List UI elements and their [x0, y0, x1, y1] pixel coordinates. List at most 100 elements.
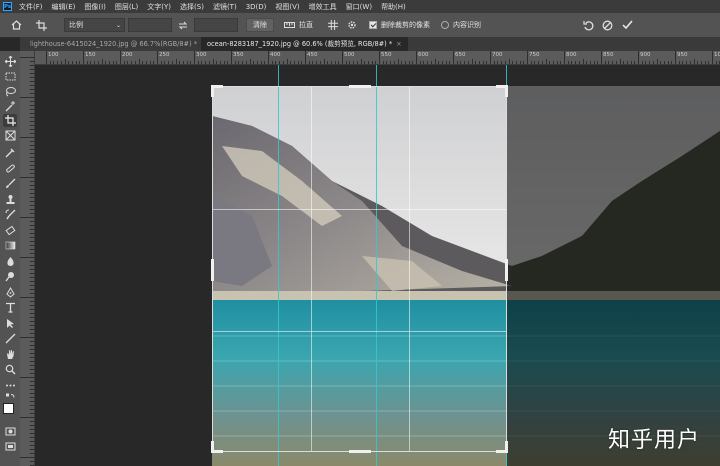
ruler-tick: [30, 237, 34, 238]
pen-tool-icon[interactable]: [3, 286, 17, 299]
ruler-tick: [552, 61, 554, 64]
ruler-tick: [589, 61, 591, 64]
crop-box[interactable]: [211, 85, 508, 453]
menu-image[interactable]: 图像(I): [84, 2, 106, 12]
quick-mask-icon[interactable]: [3, 425, 17, 438]
canvas-area[interactable]: 知乎用户: [35, 65, 720, 466]
frame-tool-icon[interactable]: [3, 129, 17, 142]
hand-tool-icon[interactable]: [3, 348, 17, 361]
crop-handle-left[interactable]: [211, 259, 214, 281]
tab-lighthouse[interactable]: lighthouse-6415024_1920.jpg @ 66.7%(RGB/…: [24, 37, 213, 51]
dodge-tool-icon[interactable]: [3, 270, 17, 283]
menu-edit[interactable]: 编辑(E): [52, 2, 76, 12]
screen-mode-icon[interactable]: [3, 440, 17, 453]
ruler-tick: [423, 61, 425, 64]
ruler-tick: [342, 51, 343, 64]
ruler-tick: [364, 61, 366, 64]
close-icon[interactable]: ×: [396, 40, 402, 48]
eraser-tool-icon[interactable]: [3, 224, 17, 237]
type-tool-icon[interactable]: [3, 301, 17, 314]
crop-handle-top-left[interactable]: [211, 85, 214, 97]
ruler-tick: [379, 51, 380, 64]
lasso-tool-icon[interactable]: [3, 85, 17, 98]
undo-icon[interactable]: [582, 18, 594, 32]
check-icon[interactable]: [621, 18, 633, 32]
ruler-tick: [316, 61, 318, 64]
tab-ocean[interactable]: ocean-8283187_1920.jpg @ 60.6% (裁剪预览, RG…: [201, 37, 408, 51]
ruler-tick: [157, 51, 158, 64]
crop-handle-bottom[interactable]: [349, 450, 371, 453]
ruler-label: 200: [122, 52, 133, 58]
ruler-tick: [30, 193, 34, 194]
line-tool-icon[interactable]: [3, 332, 17, 345]
width-field[interactable]: [128, 18, 172, 32]
gradient-tool-icon[interactable]: [3, 239, 17, 252]
crop-tool-icon[interactable]: [3, 114, 17, 127]
ruler-tick: [286, 59, 288, 64]
history-brush-tool-icon[interactable]: [3, 208, 17, 221]
crop-grid-line: [213, 331, 506, 332]
menu-type[interactable]: 文字(Y): [147, 2, 171, 12]
ruler-tick: [601, 51, 602, 64]
delete-cropped-checkbox[interactable]: 删除裁剪的像素: [369, 18, 430, 32]
gear-icon[interactable]: [346, 18, 358, 32]
ruler-label: 350: [233, 52, 244, 58]
menu-window[interactable]: 窗口(W): [346, 2, 372, 12]
ruler-tick: [345, 61, 347, 64]
menu-filter[interactable]: 滤镜(T): [213, 2, 237, 12]
swap-colors-icon[interactable]: [3, 392, 17, 400]
ruler-tick: [471, 59, 473, 64]
crop-handle-top[interactable]: [349, 85, 371, 88]
crop-handle-bottom-right[interactable]: [505, 441, 508, 453]
straighten-label[interactable]: 拉直: [299, 18, 313, 32]
menu-plugins[interactable]: 增效工具: [309, 2, 337, 12]
crop-handle-top-right[interactable]: [505, 85, 508, 97]
ruler-tick: [612, 61, 614, 64]
crop-handle-right[interactable]: [505, 259, 508, 281]
ruler-tick: [30, 349, 34, 350]
crop-icon[interactable]: [34, 18, 48, 32]
cancel-icon[interactable]: [601, 18, 613, 32]
menu-help[interactable]: 帮助(H): [381, 2, 406, 12]
healing-brush-tool-icon[interactable]: [3, 162, 17, 175]
crop-handle-bottom-left[interactable]: [211, 441, 214, 453]
zoom-tool-icon[interactable]: [3, 363, 17, 376]
ruler-tick: [608, 61, 610, 64]
ruler-tick: [30, 365, 34, 366]
ruler-tick: [30, 369, 34, 370]
ruler-tick: [445, 61, 447, 64]
watermark: 知乎用户: [607, 428, 700, 453]
clear-button[interactable]: 清除: [246, 18, 274, 32]
magic-wand-tool-icon[interactable]: [3, 100, 17, 113]
ruler-tick: [634, 61, 636, 64]
eyedropper-tool-icon[interactable]: [3, 146, 17, 159]
ruler-tick: [453, 51, 454, 64]
blur-tool-icon[interactable]: [3, 255, 17, 268]
menu-file[interactable]: 文件(F): [19, 2, 43, 12]
move-tool-icon[interactable]: [3, 55, 17, 68]
menu-select[interactable]: 选择(S): [180, 2, 204, 12]
menu-layer[interactable]: 图层(L): [115, 2, 138, 12]
ruler-tick: [282, 61, 284, 64]
ruler-tick: [349, 61, 351, 64]
home-icon[interactable]: [9, 18, 23, 32]
content-aware-checkbox[interactable]: 内容识别: [441, 18, 481, 32]
height-field[interactable]: [194, 18, 238, 32]
ruler-tick: [416, 51, 417, 64]
straighten-icon[interactable]: [283, 18, 295, 32]
ratio-select[interactable]: 比例 ⌄: [64, 18, 125, 32]
marquee-tool-icon[interactable]: [3, 70, 17, 83]
ruler-tick: [20, 57, 34, 58]
ruler-tick: [20, 217, 34, 218]
ruler-tick: [404, 61, 406, 64]
swap-icon[interactable]: [177, 18, 189, 32]
ruler-tick: [330, 61, 332, 64]
foreground-color-swatch[interactable]: [3, 403, 14, 414]
path-selection-tool-icon[interactable]: [3, 317, 17, 330]
clone-stamp-tool-icon[interactable]: [3, 193, 17, 206]
ruler-tick: [168, 61, 170, 64]
grid-overlay-icon[interactable]: [327, 18, 339, 32]
brush-tool-icon[interactable]: [3, 177, 17, 190]
menu-view[interactable]: 视图(V): [275, 2, 299, 12]
menu-3d[interactable]: 3D(D): [246, 3, 267, 11]
